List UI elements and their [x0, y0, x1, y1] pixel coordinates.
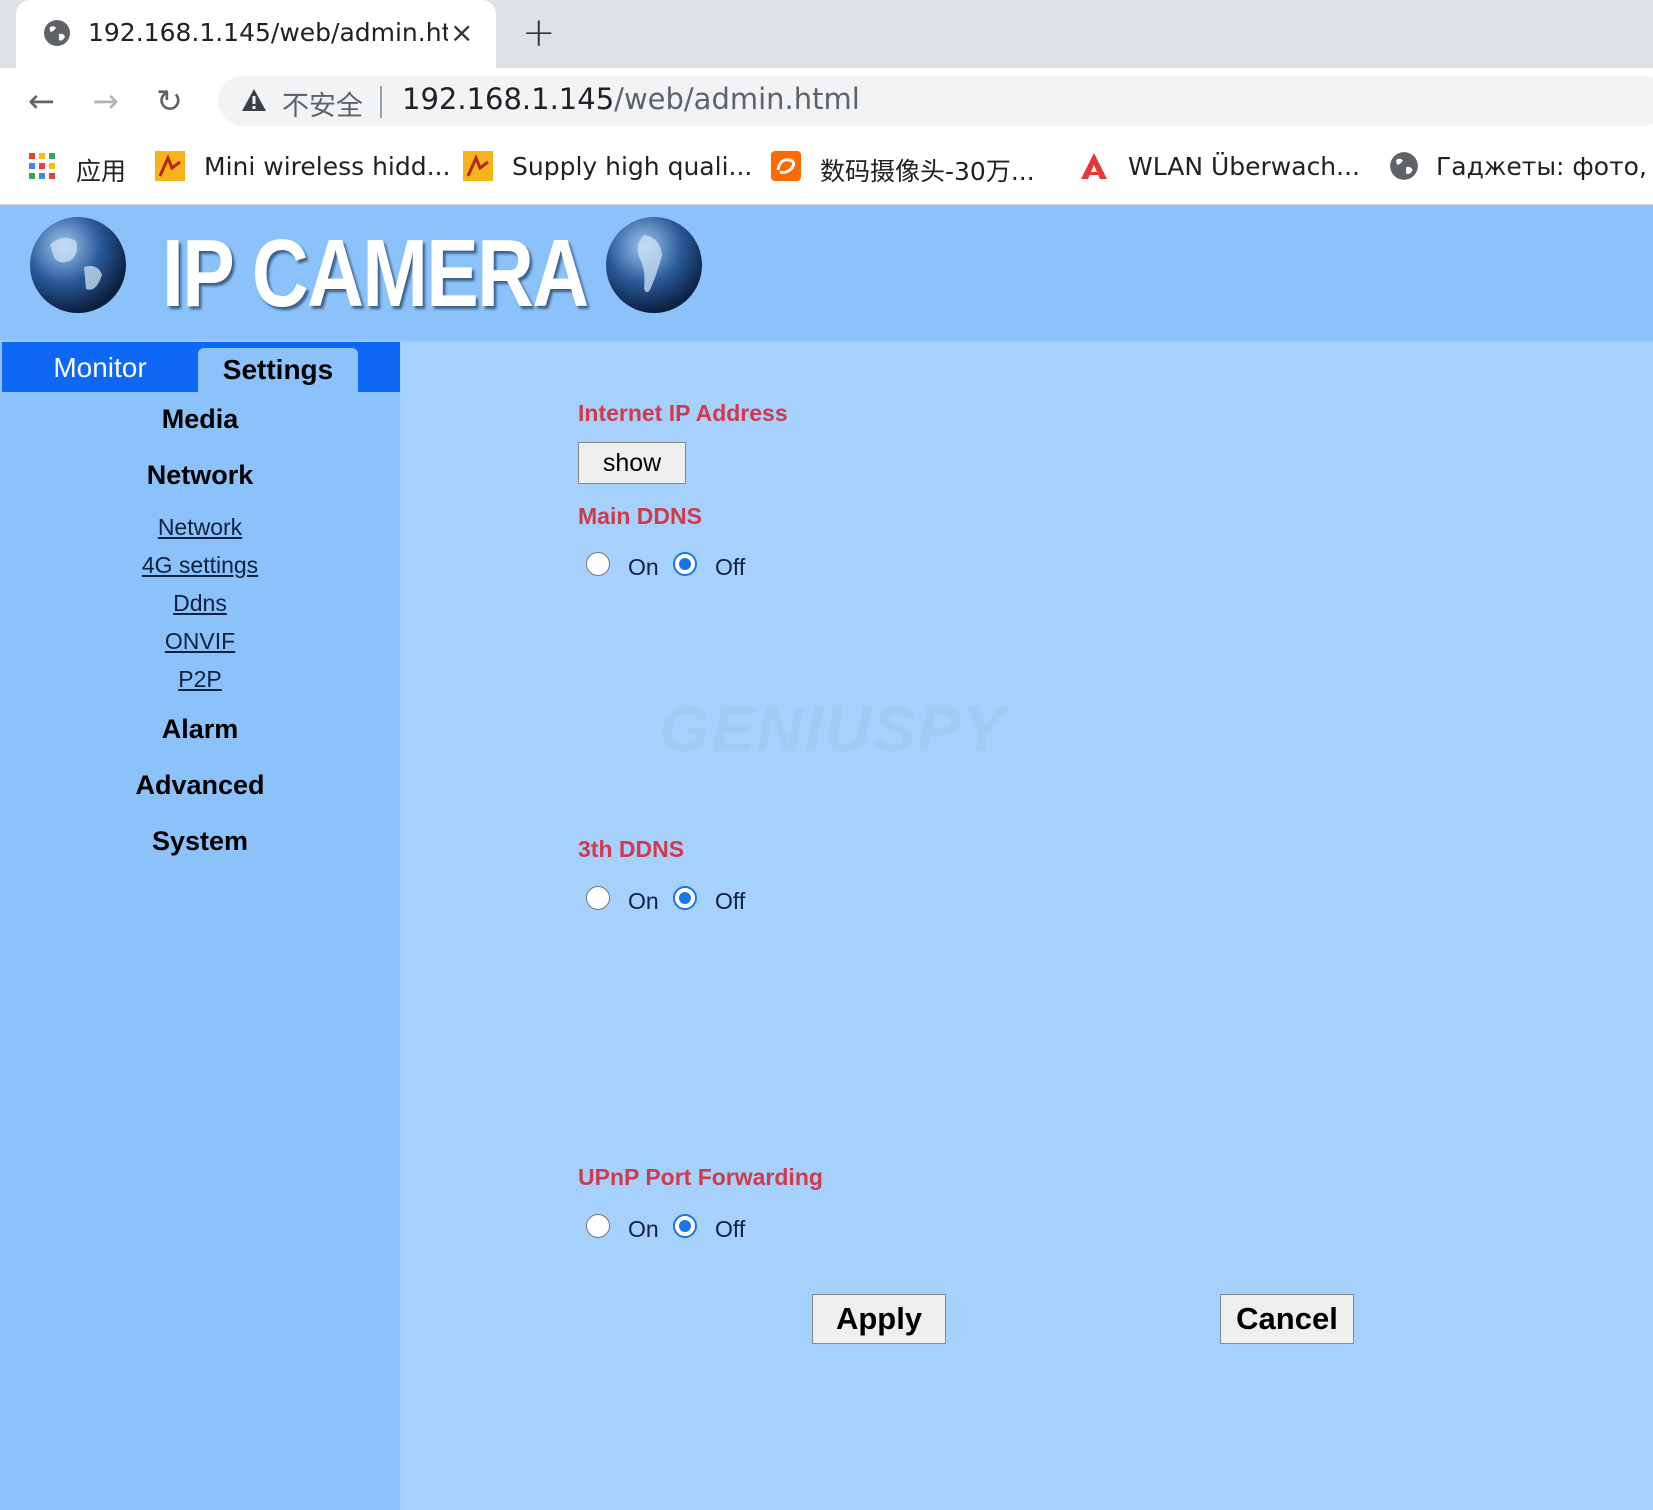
- bookmark-mini-wireless[interactable]: Mini wireless hidd...: [204, 152, 450, 181]
- address-bar[interactable]: 不安全 192.168.1.145/web/admin.html: [218, 76, 1653, 126]
- watermark-logo: GENIUSPY: [660, 693, 1007, 765]
- new-tab-icon[interactable]: +: [522, 10, 556, 56]
- third-ddns-on-label: On: [628, 888, 659, 914]
- apps-grid-icon: [29, 153, 55, 179]
- settings-panel: Internet IP Address show Main DDNS On Of…: [400, 342, 1653, 1510]
- site-icon: [155, 151, 185, 181]
- sidebar-link-onvif[interactable]: ONVIF: [0, 628, 400, 655]
- bookmark-apps[interactable]: 应用: [76, 152, 126, 188]
- third-ddns-on-radio[interactable]: [586, 886, 610, 910]
- browser-tabstrip: 192.168.1.145/web/admin.html × +: [0, 0, 1653, 68]
- third-ddns-off-label: Off: [715, 888, 746, 914]
- cancel-button[interactable]: Cancel: [1220, 1294, 1354, 1344]
- third-ddns-off-radio[interactable]: [673, 886, 697, 910]
- globe-logo-icon: [606, 217, 702, 313]
- bookmark-gadgets[interactable]: Гаджеты: фото, в...: [1436, 152, 1653, 181]
- menu-tabs: Monitor Settings: [2, 342, 400, 392]
- apply-button[interactable]: Apply: [812, 1294, 946, 1344]
- logo-text: IP CAMERA: [162, 220, 589, 327]
- upnp-on-radio[interactable]: [586, 1214, 610, 1238]
- not-secure-label: 不安全: [282, 91, 363, 122]
- bookmark-wlan[interactable]: WLAN Überwach...: [1128, 152, 1360, 181]
- tab-settings[interactable]: Settings: [198, 348, 358, 392]
- omnibox-separator: [380, 86, 382, 118]
- bookmark-digital-camera[interactable]: 数码摄像头-30万...: [820, 152, 1035, 188]
- third-ddns-label: 3th DDNS: [578, 836, 685, 862]
- back-icon[interactable]: ←: [28, 82, 55, 120]
- show-ip-button[interactable]: show: [578, 442, 686, 484]
- reload-icon[interactable]: ↻: [156, 82, 183, 120]
- alibaba-icon: [771, 151, 801, 181]
- site-icon: [463, 151, 493, 181]
- globe-icon: [1390, 152, 1418, 180]
- url-host: 192.168.1.145: [402, 82, 615, 116]
- browser-tab[interactable]: 192.168.1.145/web/admin.html ×: [16, 0, 496, 68]
- main-ddns-on-radio[interactable]: [586, 552, 610, 576]
- globe-logo-icon: [30, 217, 126, 313]
- tab-monitor[interactable]: Monitor: [2, 342, 198, 392]
- bookmarks-bar: 应用 Mini wireless hidd... Supply high qua…: [0, 134, 1653, 205]
- upnp-off-radio[interactable]: [673, 1214, 697, 1238]
- forward-icon[interactable]: →: [92, 82, 119, 120]
- bookmark-supply-high[interactable]: Supply high quali...: [512, 152, 752, 181]
- sidebar-link-p2p[interactable]: P2P: [0, 666, 400, 693]
- sidebar-section-system[interactable]: System: [0, 826, 400, 857]
- sidebar-link-network[interactable]: Network: [0, 514, 400, 541]
- main-ddns-off-radio[interactable]: [673, 552, 697, 576]
- sidebar-section-network[interactable]: Network: [0, 460, 400, 491]
- globe-icon: [44, 20, 70, 46]
- tab-title: 192.168.1.145/web/admin.html: [88, 18, 448, 47]
- internet-ip-label: Internet IP Address: [578, 400, 788, 426]
- main-ddns-on-label: On: [628, 554, 659, 580]
- sidebar-section-advanced[interactable]: Advanced: [0, 770, 400, 801]
- main-ddns-off-label: Off: [715, 554, 746, 580]
- sidebar: Monitor Settings Media Network Network 4…: [0, 342, 400, 1510]
- url-path: /web/admin.html: [614, 82, 860, 116]
- url-text: 192.168.1.145/web/admin.html: [402, 82, 860, 116]
- main-ddns-label: Main DDNS: [578, 503, 702, 529]
- browser-toolbar: ← → ↻ 不安全 192.168.1.145/web/admin.html: [0, 68, 1653, 134]
- warning-icon: [242, 89, 266, 111]
- page-header: IP CAMERA: [0, 205, 1653, 340]
- site-a-icon: [1081, 153, 1107, 179]
- sidebar-section-alarm[interactable]: Alarm: [0, 714, 400, 745]
- close-tab-icon[interactable]: ×: [450, 16, 473, 49]
- upnp-on-label: On: [628, 1216, 659, 1242]
- sidebar-link-ddns[interactable]: Ddns: [0, 590, 400, 617]
- upnp-label: UPnP Port Forwarding: [578, 1164, 823, 1190]
- sidebar-section-media[interactable]: Media: [0, 404, 400, 435]
- upnp-off-label: Off: [715, 1216, 746, 1242]
- sidebar-link-4g-settings[interactable]: 4G settings: [0, 552, 400, 579]
